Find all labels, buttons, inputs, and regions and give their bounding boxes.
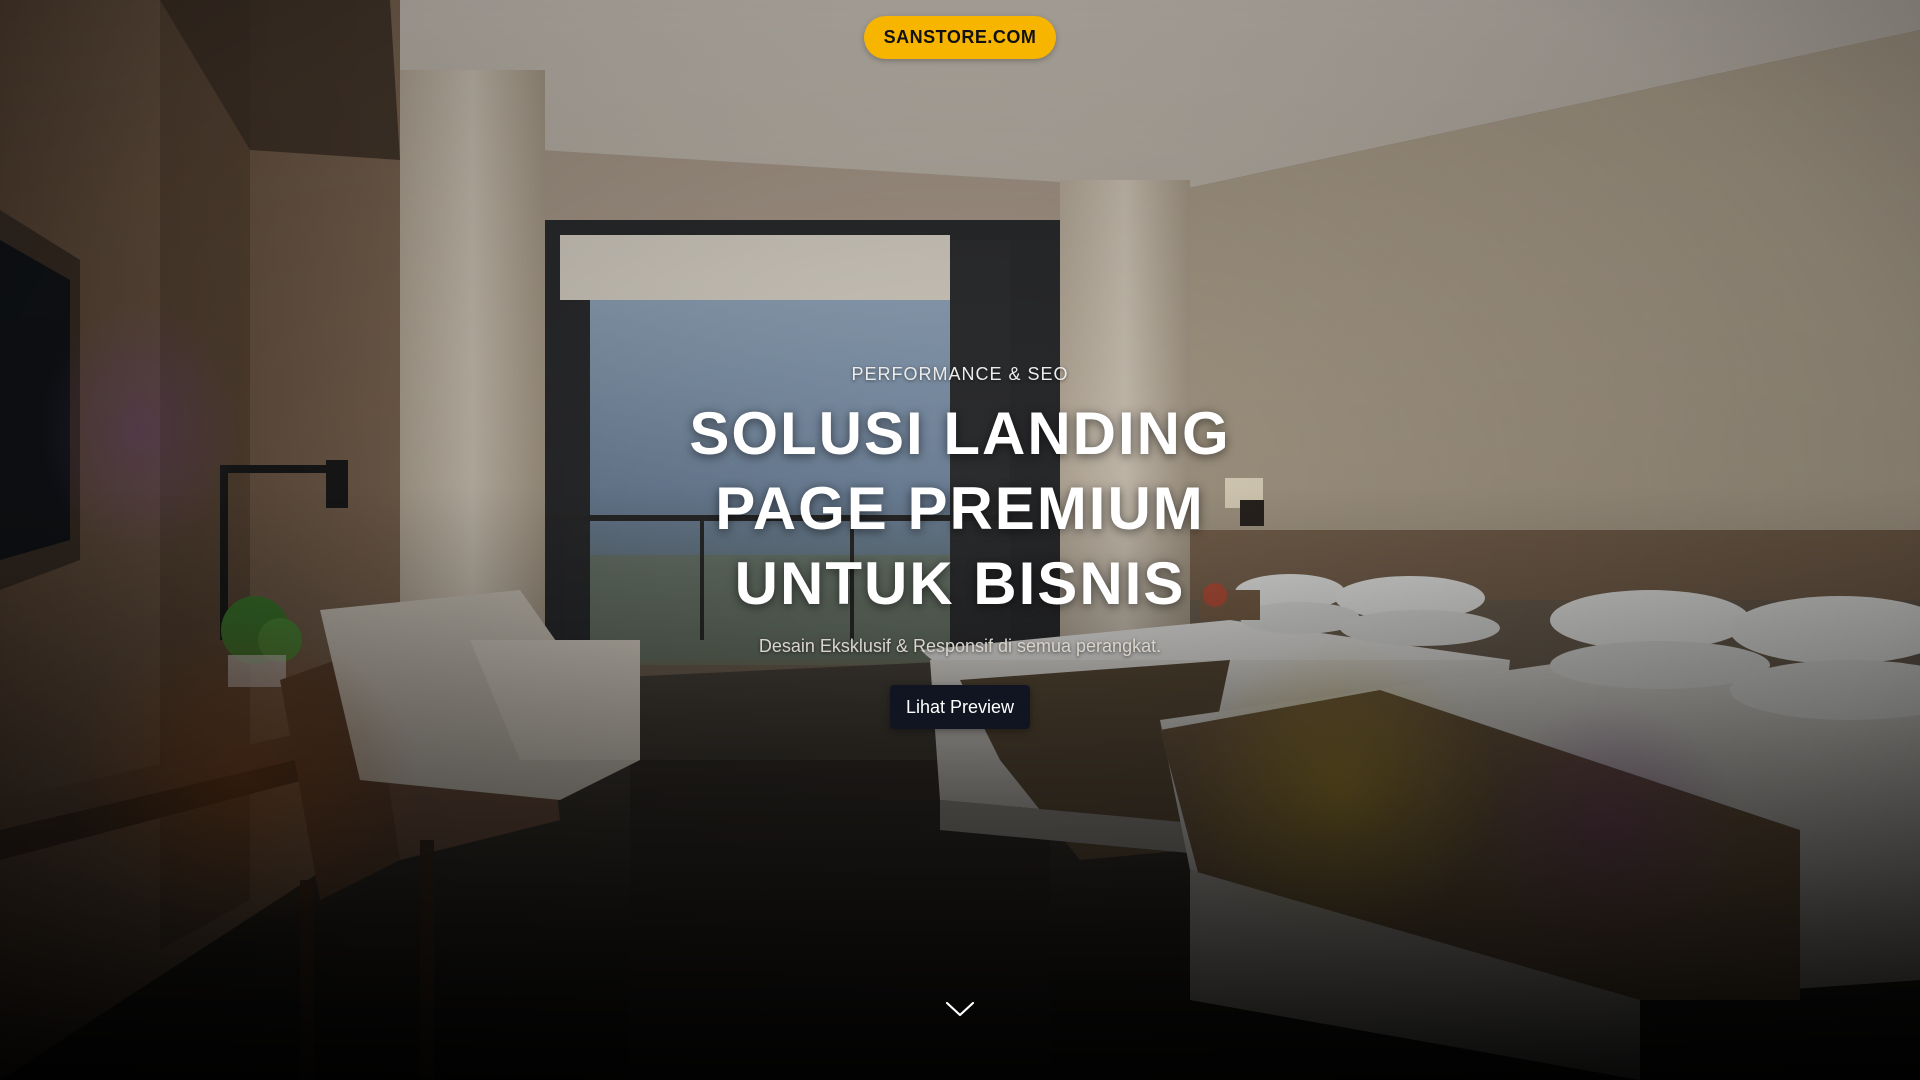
hero-headline-line: UNTUK BISNIS (734, 550, 1186, 617)
hero-headline-line: PAGE PREMIUM (715, 475, 1205, 542)
hero-content: PERFORMANCE & SEO SOLUSI LANDING PAGE PR… (560, 360, 1360, 729)
hero-subtitle: Desain Eksklusif & Responsif di semua pe… (758, 636, 1162, 656)
preview-button[interactable]: Lihat Preview (890, 685, 1030, 729)
brand-logo-button[interactable]: SANSTORE.COM (864, 16, 1056, 59)
hero-headline: SOLUSI LANDING PAGE PREMIUM UNTUK BISNIS (560, 396, 1360, 621)
hero-eyebrow: PERFORMANCE & SEO (851, 364, 1069, 384)
hero-headline-line: SOLUSI LANDING (689, 400, 1231, 467)
chevron-down-icon[interactable] (944, 995, 976, 1021)
hero-section: SANSTORE.COM PERFORMANCE & SEO SOLUSI LA… (0, 0, 1920, 1080)
